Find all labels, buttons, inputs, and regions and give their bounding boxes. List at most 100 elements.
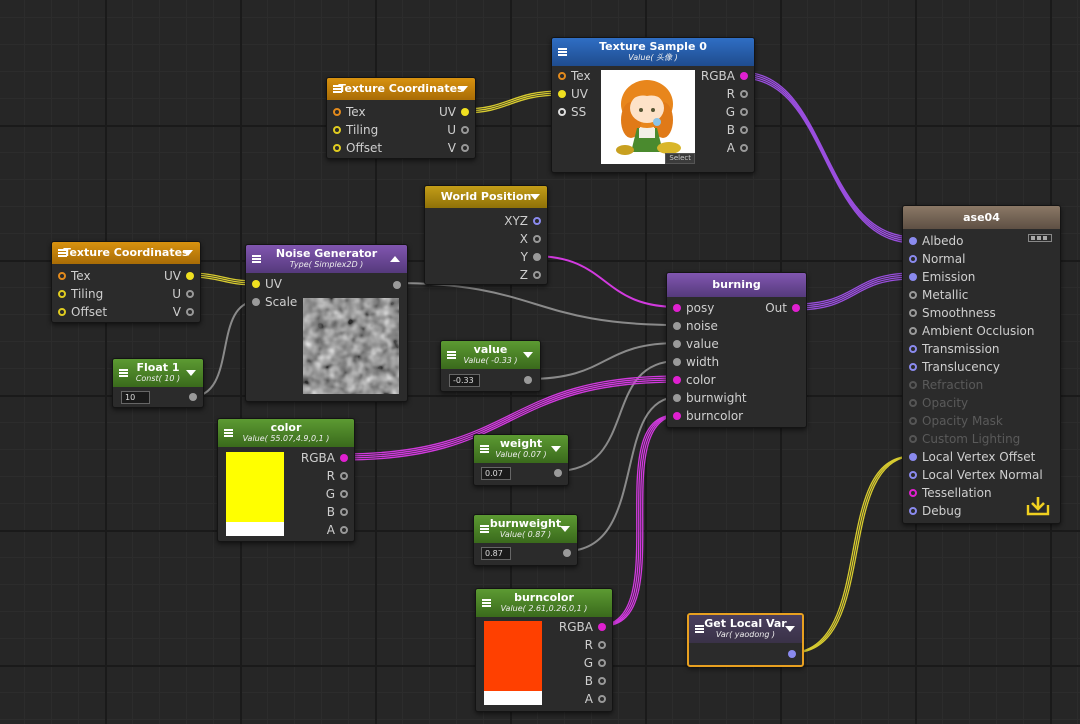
port-icon[interactable] (558, 107, 566, 116)
port-icon[interactable] (186, 307, 194, 316)
texture-preview[interactable]: Select (601, 70, 695, 164)
input-port-tex[interactable]: Tex (333, 103, 366, 121)
output-port-rgba[interactable]: RGBA (301, 449, 348, 467)
input-port-tiling[interactable]: Tiling (58, 285, 103, 303)
chevron-down-icon[interactable] (523, 352, 533, 358)
node-header[interactable]: burnweight Value( 0.87 ) (474, 515, 577, 543)
port-icon[interactable] (461, 107, 469, 116)
input-port-width[interactable]: width (673, 353, 719, 371)
port-icon[interactable] (909, 308, 917, 317)
output-port-out[interactable]: Out (765, 299, 800, 317)
float1-node[interactable]: Float 1 Const( 10 ) 10 (112, 358, 204, 408)
menu-icon[interactable] (695, 625, 704, 633)
port-icon[interactable] (461, 143, 469, 152)
port-icon[interactable] (340, 453, 348, 462)
output-port-r[interactable]: R (585, 636, 606, 654)
port-icon[interactable] (598, 622, 606, 631)
download-icon[interactable] (1026, 495, 1050, 517)
port-icon[interactable] (673, 411, 681, 420)
output-port-icon[interactable] (393, 281, 401, 289)
port-icon[interactable] (533, 216, 541, 225)
chevron-down-icon[interactable] (560, 526, 570, 532)
output-port-b[interactable]: B (585, 672, 606, 690)
port-icon[interactable] (598, 640, 606, 649)
value-node[interactable]: value Value( -0.33 ) -0.33 (440, 340, 541, 392)
output-port-uv[interactable]: UV (164, 267, 194, 285)
input-port-tex[interactable]: Tex (558, 67, 591, 85)
port-icon[interactable] (333, 107, 341, 116)
input-port-scale[interactable]: Scale (252, 293, 297, 311)
burning-node[interactable]: burning posy noise value width color bur… (666, 272, 807, 428)
input-port-posy[interactable]: posy (673, 299, 714, 317)
port-icon[interactable] (909, 362, 917, 371)
chevron-down-icon[interactable] (458, 86, 468, 92)
port-icon[interactable] (909, 254, 917, 263)
input-port-offset[interactable]: Offset (333, 139, 382, 157)
chevron-up-icon[interactable] (390, 256, 400, 262)
node-header[interactable]: World Position (425, 186, 547, 208)
port-icon[interactable] (673, 357, 681, 366)
port-icon[interactable] (598, 658, 606, 667)
input-port-tex[interactable]: Tex (58, 267, 91, 285)
port-icon[interactable] (740, 107, 748, 116)
port-icon[interactable] (740, 71, 748, 80)
select-button[interactable]: Select (665, 153, 695, 164)
texture-coordinates-node-top[interactable]: Texture Coordinates Tex Tiling Offset UV… (326, 77, 476, 159)
port-icon[interactable] (673, 393, 681, 402)
input-port-normal[interactable]: Normal (909, 250, 965, 268)
output-port-y[interactable]: Y (521, 248, 541, 266)
input-port-metallic[interactable]: Metallic (909, 286, 968, 304)
port-icon[interactable] (740, 125, 748, 134)
color-swatch[interactable] (484, 621, 542, 705)
output-port-g[interactable]: G (726, 103, 748, 121)
port-icon[interactable] (58, 307, 66, 316)
port-icon[interactable] (909, 452, 917, 461)
menu-icon[interactable] (482, 599, 491, 607)
menu-icon[interactable] (58, 249, 67, 257)
value-input[interactable]: 0.87 (481, 547, 511, 560)
port-icon[interactable] (740, 89, 748, 98)
output-port-a[interactable]: A (327, 521, 348, 539)
output-port-a[interactable]: A (727, 139, 748, 157)
input-port-burnwight[interactable]: burnwight (673, 389, 747, 407)
menu-icon[interactable] (480, 445, 489, 453)
port-icon[interactable] (58, 271, 66, 280)
node-header[interactable]: burning (667, 273, 806, 297)
input-port-translucency[interactable]: Translucency (909, 358, 1000, 376)
output-port-z[interactable]: Z (520, 266, 541, 284)
port-icon[interactable] (909, 326, 917, 335)
output-port-u[interactable]: U (447, 121, 469, 139)
port-icon[interactable] (598, 676, 606, 685)
input-port-offset[interactable]: Offset (58, 303, 107, 321)
master-output-node[interactable]: ase04 Albedo Normal Emission Metallic Sm… (902, 205, 1061, 524)
port-icon[interactable] (58, 289, 66, 298)
port-icon[interactable] (598, 694, 606, 703)
port-icon[interactable] (673, 321, 681, 330)
input-port-value[interactable]: value (673, 335, 719, 353)
port-icon[interactable] (533, 234, 541, 243)
value-input[interactable]: 10 (121, 391, 150, 404)
input-port-tiling[interactable]: Tiling (333, 121, 378, 139)
output-port-icon[interactable] (788, 650, 796, 658)
output-port-rgba[interactable]: RGBA (559, 618, 606, 636)
output-port-a[interactable]: A (585, 690, 606, 708)
port-icon[interactable] (340, 471, 348, 480)
port-icon[interactable] (673, 339, 681, 348)
port-icon[interactable] (333, 143, 341, 152)
port-icon[interactable] (533, 270, 541, 279)
input-port-uv[interactable]: UV (252, 275, 282, 293)
texture-coordinates-node-left[interactable]: Texture Coordinates Tex Tiling Offset UV… (51, 241, 201, 323)
menu-icon[interactable] (333, 85, 342, 93)
port-icon[interactable] (909, 470, 917, 479)
output-port-g[interactable]: G (584, 654, 606, 672)
input-port-transmission[interactable]: Transmission (909, 340, 1000, 358)
color-node[interactable]: color Value( 55.07,4.9,0,1 ) RGBA R G B … (217, 418, 355, 542)
weight-node[interactable]: weight Value( 0.07 ) 0.07 (473, 434, 569, 486)
value-input[interactable]: 0.07 (481, 467, 511, 480)
output-port-u[interactable]: U (172, 285, 194, 303)
output-port-r[interactable]: R (727, 85, 748, 103)
output-port-v[interactable]: V (173, 303, 194, 321)
output-port-b[interactable]: B (327, 503, 348, 521)
output-port-icon[interactable] (189, 393, 197, 401)
node-header[interactable]: burncolor Value( 2.61,0.26,0,1 ) (476, 589, 612, 617)
